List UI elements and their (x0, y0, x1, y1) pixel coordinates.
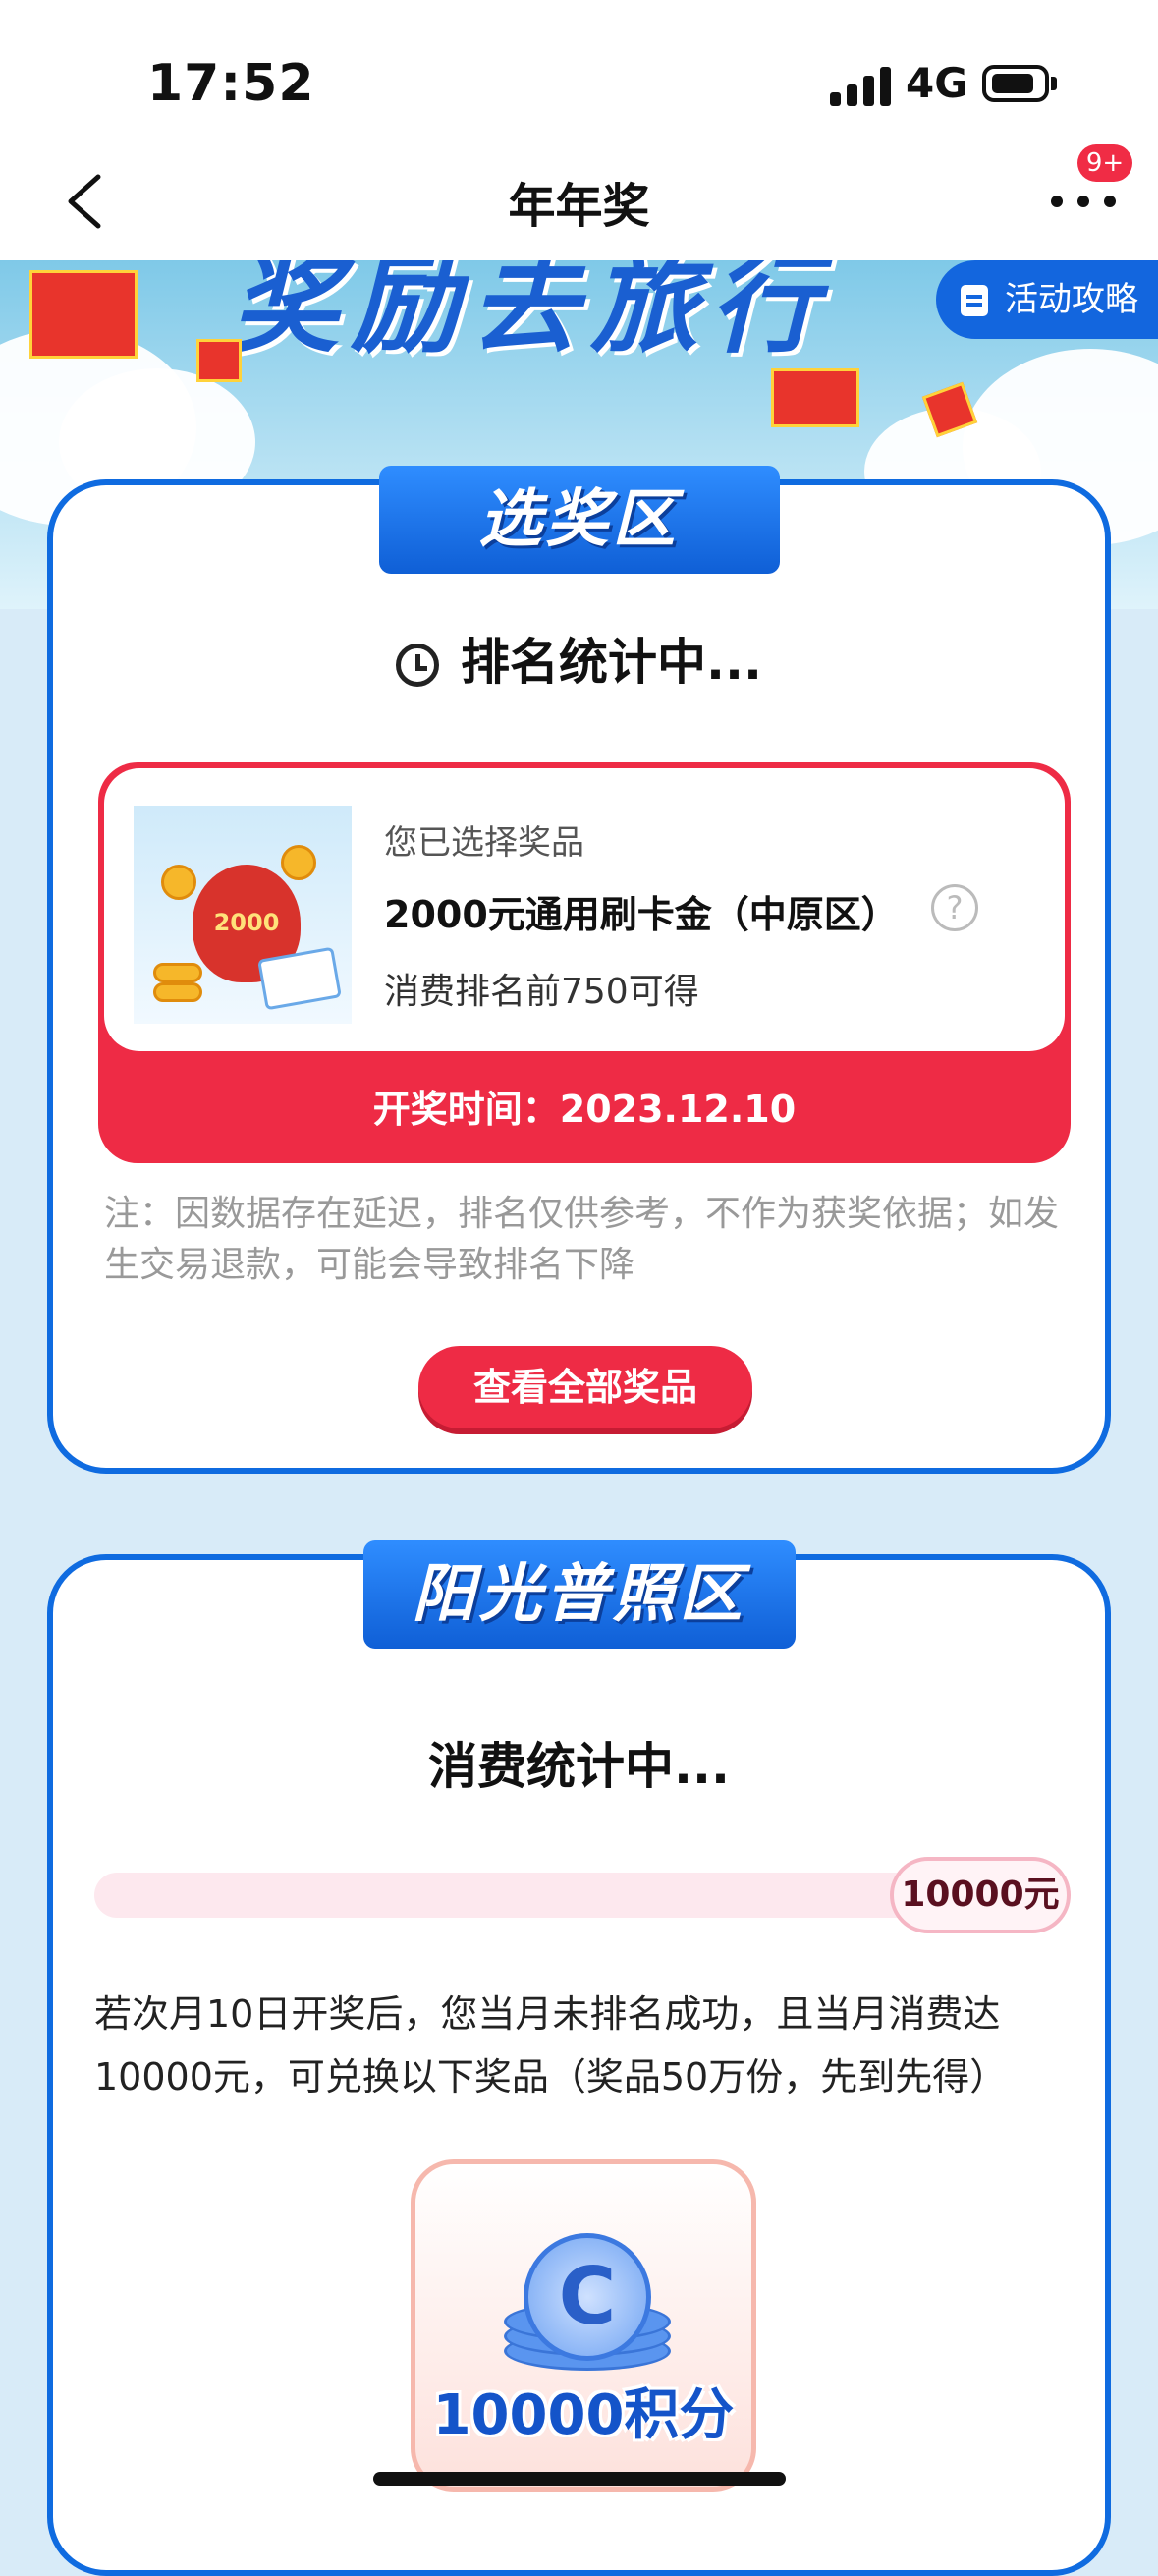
spending-status: 消费统计中... (428, 1738, 730, 1795)
select-prize-card: 选奖区 排名统计中... 2000 您已选择奖品 2000元通用刷卡金（中原区）… (47, 466, 1111, 1474)
progress-target: 10000元 (890, 1857, 1071, 1933)
prize-image: 2000 (134, 806, 352, 1024)
prize-label: 您已选择奖品 (384, 823, 584, 863)
signal-icon (830, 65, 899, 106)
home-indicator (373, 2472, 786, 2486)
points-reward-card[interactable]: C 10000积分 (411, 2159, 756, 2492)
banner-title: 奖励去旅行 (231, 260, 830, 367)
reward-description: 若次月10日开奖后，您当月未排名成功，且当月消费达10000元，可兑换以下奖品（… (94, 1992, 1008, 2099)
view-all-prizes-button[interactable]: 查看全部奖品 (418, 1346, 752, 1428)
reward-points-label: 10000积分 (432, 2383, 735, 2447)
select-zone-ribbon: 选奖区 (378, 466, 780, 574)
battery-icon (982, 65, 1049, 102)
activity-guide-label: 活动攻略 (1005, 280, 1138, 319)
document-icon (961, 285, 988, 316)
sunshine-zone-card: 阳光普照区 消费统计中... 10000元 若次月10日开奖后，您当月未排名成功… (47, 1540, 1111, 2576)
question-circle-icon[interactable]: ? (931, 884, 978, 931)
sunshine-zone-ribbon: 阳光普照区 (362, 1540, 796, 1649)
disclaimer-note: 注：因数据存在延迟，排名仅供参考，不作为获奖依据；如发生交易退款，可能会导致排名… (104, 1194, 1060, 1285)
page-title: 年年奖 (508, 179, 650, 234)
draw-time: 开奖时间：2023.12.10 (372, 1088, 797, 1131)
activity-guide-button[interactable]: 活动攻略 (936, 260, 1158, 339)
network-type: 4G (906, 59, 968, 107)
ranking-status: 排名统计中... (53, 623, 1105, 694)
prize-name: 2000元通用刷卡金（中原区） (384, 893, 899, 936)
status-bar: 17:52 4G (0, 0, 1158, 133)
prize-condition: 消费排名前750可得 (384, 972, 699, 1012)
clock-icon (396, 644, 439, 687)
status-time: 17:52 (147, 54, 315, 113)
points-coin-icon: C (484, 2233, 681, 2371)
notification-badge: 9+ (1077, 144, 1132, 182)
selected-prize-box[interactable]: 2000 您已选择奖品 2000元通用刷卡金（中原区） ? 消费排名前750可得… (98, 762, 1071, 1163)
nav-bar: 年年奖 (0, 133, 1158, 260)
more-icon[interactable] (1051, 182, 1120, 221)
